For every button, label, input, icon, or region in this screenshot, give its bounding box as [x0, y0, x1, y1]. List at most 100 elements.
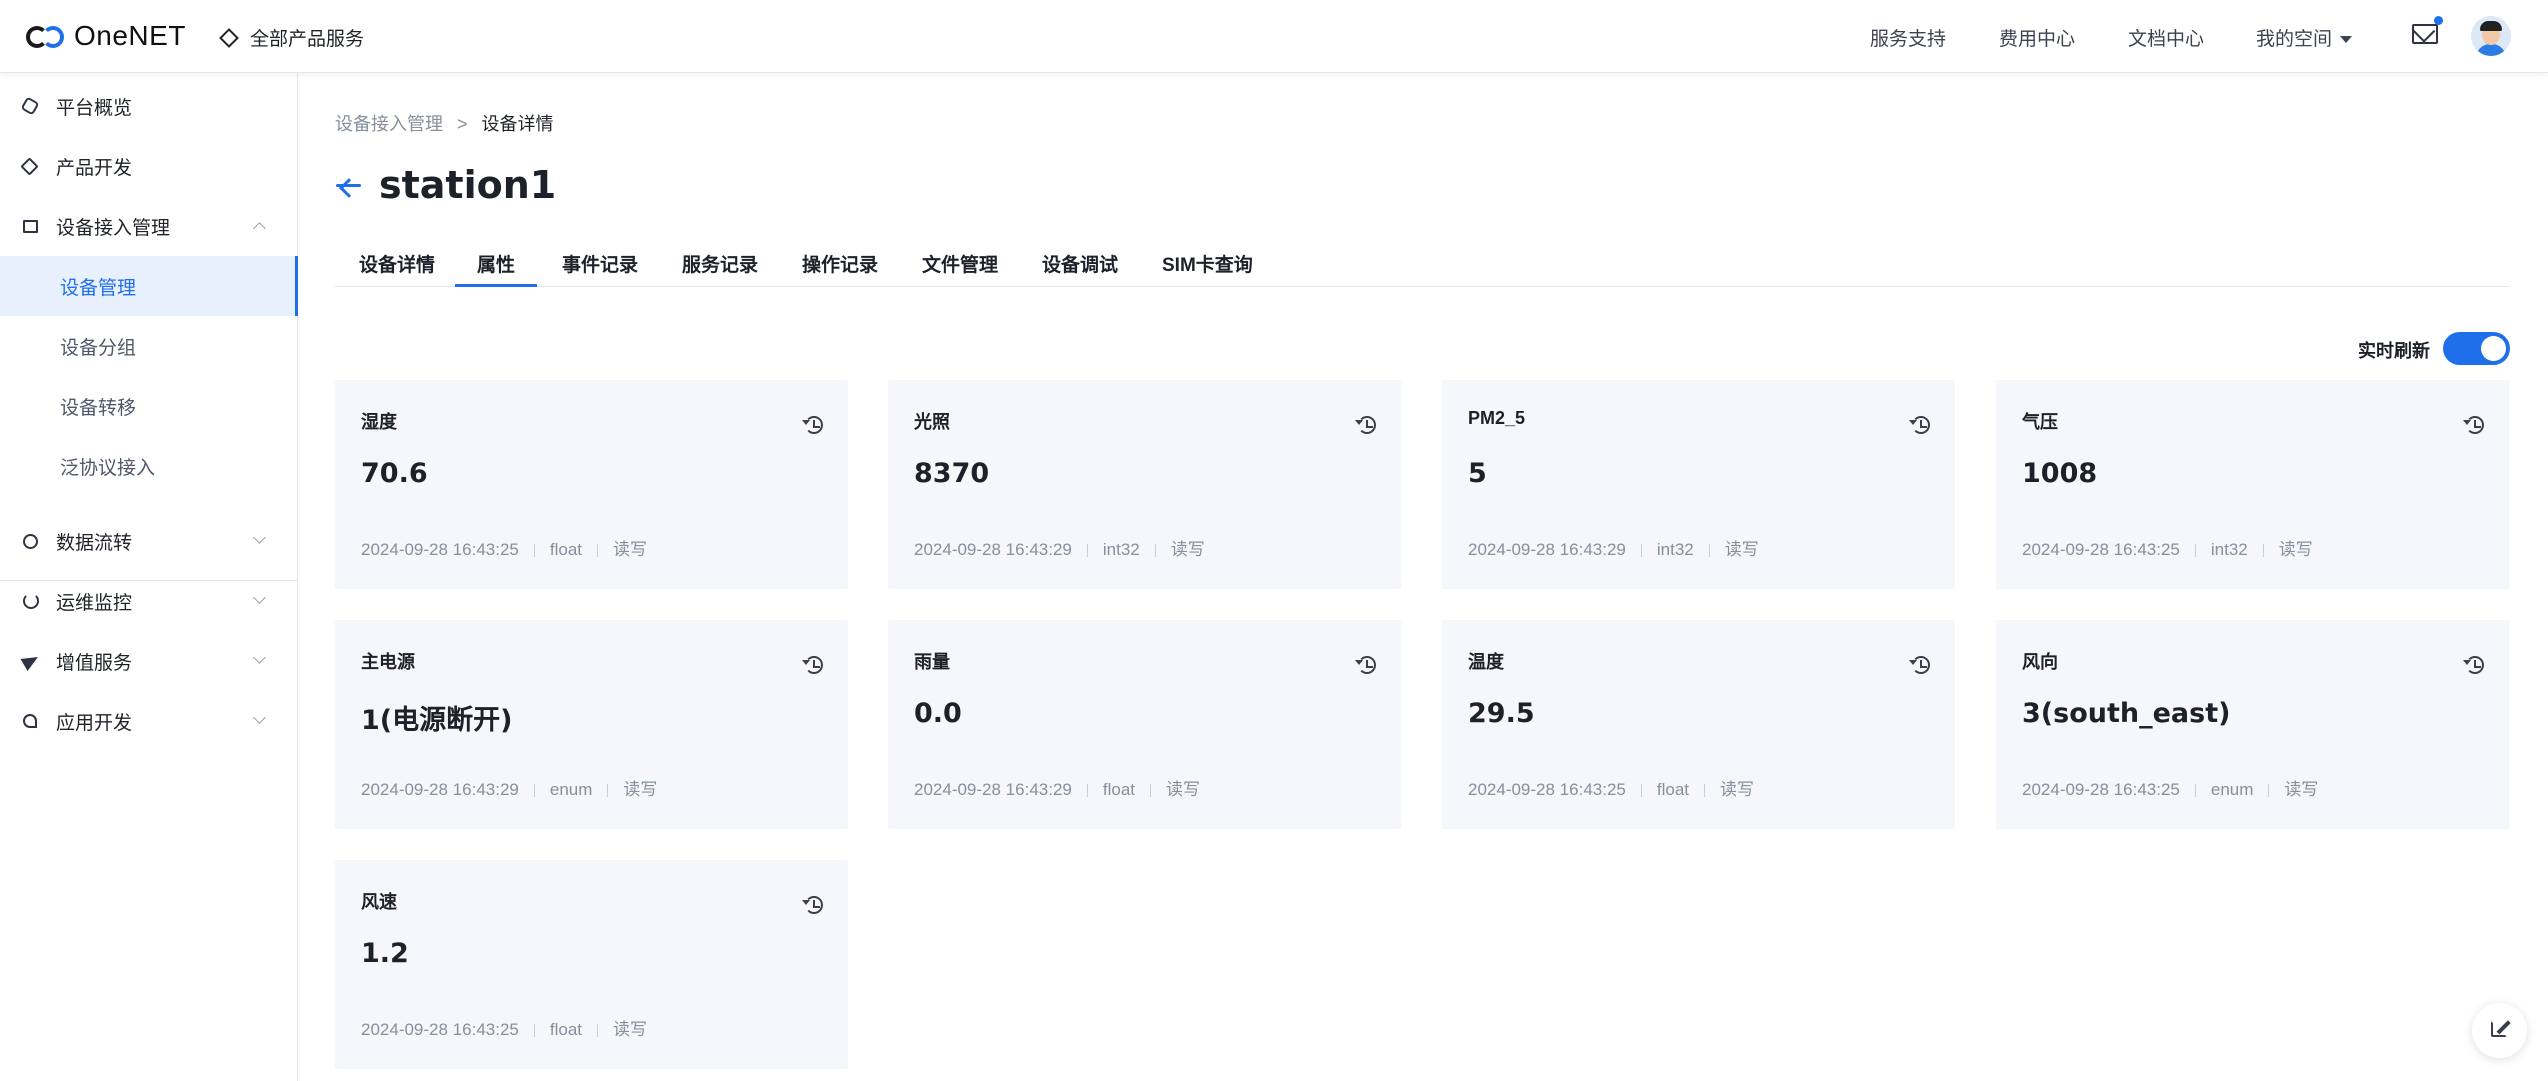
sidebar-subitem-label: 设备分组 [60, 337, 137, 359]
property-meta: 2024-09-28 16:43:29 float 读写 [914, 775, 1200, 800]
breadcrumb-parent-link[interactable]: 设备接入管理 [335, 114, 443, 134]
device-access-icon [23, 219, 38, 233]
property-value: 70.6 [361, 458, 428, 489]
sidebar-item-label: 数据流转 [56, 532, 133, 554]
property-card-rainfall: 雨量 0.0 2024-09-28 16:43:29 float 读写 [888, 620, 1401, 829]
property-value: 29.5 [1468, 698, 1535, 729]
send-icon [20, 650, 42, 672]
property-time: 2024-09-28 16:43:25 [361, 1020, 519, 1039]
property-type: int32 [1102, 540, 1140, 559]
property-type: float [549, 1020, 582, 1039]
sidebar-item-label: 增值服务 [56, 652, 133, 674]
sidebar-item-data-flow[interactable]: 数据流转 [0, 511, 298, 571]
chevron-up-icon [253, 222, 266, 235]
property-name: 主电源 [361, 652, 415, 672]
sidebar-item-device-access[interactable]: 设备接入管理 [0, 196, 298, 256]
sidebar-item-platform-overview[interactable]: 平台概览 [0, 76, 298, 136]
property-meta: 2024-09-28 16:43:25 float 读写 [1468, 775, 1754, 800]
property-value: 1(电源断开) [361, 705, 513, 736]
property-time: 2024-09-28 16:43:25 [2022, 780, 2180, 799]
chevron-down-icon [253, 531, 266, 544]
history-icon[interactable] [802, 416, 823, 434]
breadcrumb-separator: > [457, 114, 468, 134]
property-name: PM2_5 [1468, 408, 1526, 428]
property-time: 2024-09-28 16:43:25 [2022, 540, 2180, 559]
history-icon[interactable] [802, 896, 823, 914]
logo-icon [26, 21, 68, 51]
property-name: 风向 [2022, 652, 2058, 672]
sidebar-subitem-device-management[interactable]: 设备管理 [0, 256, 298, 316]
property-time: 2024-09-28 16:43:29 [1468, 540, 1626, 559]
nav-billing-center[interactable]: 费用中心 [1999, 24, 2075, 51]
property-meta: 2024-09-28 16:43:25 float 读写 [361, 535, 647, 560]
property-card-pm25: PM2_5 5 2024-09-28 16:43:29 int32 读写 [1442, 380, 1955, 589]
property-type: float [549, 540, 582, 559]
notification-dot [2434, 16, 2443, 25]
tab-event-records[interactable]: 事件记录 [562, 250, 638, 277]
tab-device-debug[interactable]: 设备调试 [1042, 250, 1118, 277]
history-icon[interactable] [1355, 656, 1376, 674]
property-access: 读写 [1170, 540, 1205, 559]
sidebar-item-app-dev[interactable]: 应用开发 [0, 691, 298, 751]
property-name: 温度 [1468, 652, 1504, 672]
my-space-menu[interactable]: 我的空间 [2256, 24, 2353, 51]
history-icon[interactable] [1909, 656, 1930, 674]
tab-properties[interactable]: 属性 [454, 250, 538, 287]
property-name: 湿度 [361, 412, 397, 432]
sidebar-subitem-device-group[interactable]: 设备分组 [0, 316, 298, 376]
my-space-label: 我的空间 [2256, 29, 2333, 50]
property-access: 读写 [613, 1020, 647, 1039]
sidebar-item-product-dev[interactable]: 产品开发 [0, 136, 298, 196]
history-icon[interactable] [802, 656, 823, 674]
sidebar-subitem-generic-protocol[interactable]: 泛协议接入 [0, 436, 298, 496]
property-type: enum [2210, 780, 2254, 799]
property-meta: 2024-09-28 16:43:29 enum 读写 [361, 775, 657, 800]
realtime-refresh-toggle[interactable] [2443, 332, 2510, 365]
detail-tabs: 设备详情 属性 事件记录 服务记录 操作记录 文件管理 设备调试 SIM卡查询 [335, 240, 2510, 287]
property-type: enum [549, 780, 593, 799]
tab-sim-query[interactable]: SIM卡查询 [1162, 250, 1253, 277]
history-icon[interactable] [2463, 416, 2484, 434]
chevron-down-icon [253, 591, 266, 604]
caret-down-icon [2340, 36, 2353, 44]
property-time: 2024-09-28 16:43:29 [914, 780, 1072, 799]
property-access: 读写 [1724, 540, 1759, 559]
history-icon[interactable] [1909, 416, 1930, 434]
back-arrow-icon[interactable] [333, 174, 363, 198]
nav-service-support[interactable]: 服务支持 [1870, 24, 1946, 51]
tab-service-records[interactable]: 服务记录 [682, 250, 758, 277]
feedback-edit-button[interactable] [2472, 1003, 2527, 1058]
nav-docs-center[interactable]: 文档中心 [2128, 24, 2204, 51]
sidebar-item-ops-monitor[interactable]: 运维监控 [0, 571, 298, 631]
sidebar-subitem-label: 设备管理 [60, 277, 137, 299]
property-card-wind-direction: 风向 3(south_east) 2024-09-28 16:43:25 enum… [1996, 620, 2509, 829]
property-time: 2024-09-28 16:43:25 [361, 540, 519, 559]
tab-file-management[interactable]: 文件管理 [922, 250, 998, 277]
top-header: OneNET 全部产品服务 服务支持 费用中心 文档中心 我的空间 [0, 0, 2548, 73]
property-card-temperature: 温度 29.5 2024-09-28 16:43:25 float 读写 [1442, 620, 1955, 829]
property-access: 读写 [1166, 780, 1200, 799]
property-time: 2024-09-28 16:43:25 [1468, 780, 1626, 799]
property-value: 8370 [914, 458, 990, 489]
property-card-pressure: 气压 1008 2024-09-28 16:43:25 int32 读写 [1996, 380, 2509, 589]
history-icon[interactable] [2463, 656, 2484, 674]
sidebar-item-label: 产品开发 [56, 157, 133, 179]
tab-device-details[interactable]: 设备详情 [359, 250, 435, 277]
property-name: 雨量 [914, 652, 950, 672]
property-card-light: 光照 8370 2024-09-28 16:43:29 int32 读写 [888, 380, 1401, 589]
sidebar: 平台概览 产品开发 设备接入管理 设备管理 设备分组 设备转移 泛协议接入 数据… [0, 73, 298, 1081]
page-title: station1 [379, 163, 557, 207]
sidebar-item-label: 应用开发 [56, 712, 133, 734]
history-icon[interactable] [1355, 416, 1376, 434]
data-flow-icon [23, 533, 38, 549]
property-meta: 2024-09-28 16:43:25 float 读写 [361, 1015, 647, 1040]
sidebar-subitem-device-transfer[interactable]: 设备转移 [0, 376, 298, 436]
mail-icon[interactable] [2412, 24, 2438, 44]
user-avatar[interactable] [2471, 16, 2511, 56]
realtime-refresh-label: 实时刷新 [2358, 341, 2430, 361]
onenet-logo[interactable]: OneNET [26, 20, 186, 52]
sidebar-item-value-added[interactable]: 增值服务 [0, 631, 298, 691]
property-name: 光照 [914, 412, 950, 432]
tab-operation-records[interactable]: 操作记录 [802, 250, 878, 277]
all-products-menu[interactable]: 全部产品服务 [219, 24, 364, 51]
